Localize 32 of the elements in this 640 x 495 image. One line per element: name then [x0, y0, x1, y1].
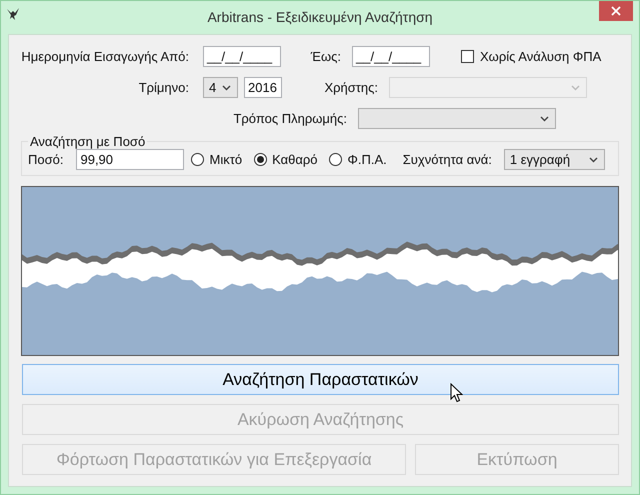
- radio-label: Καθαρό: [272, 152, 318, 167]
- caret-icon: [571, 84, 580, 90]
- caret-icon: [540, 116, 549, 122]
- field-label: Συχνότητα ανά:: [402, 152, 492, 167]
- group-title: Αναζήτηση με Ποσό: [29, 134, 146, 149]
- date-field[interactable]: __/__/____: [203, 46, 281, 67]
- field-label: Χρήστης:: [323, 80, 378, 95]
- date-field[interactable]: __/__/____: [352, 46, 430, 67]
- year-field[interactable]: 2016: [244, 77, 282, 98]
- window-title: Arbitrans - Εξειδικευμένη Αναζήτηση: [206, 8, 434, 24]
- radio-button[interactable]: [329, 153, 342, 166]
- field-label: Ημερομηνία Εισαγωγής Από:: [20, 49, 189, 64]
- radio-button[interactable]: [191, 153, 204, 166]
- field-label: Τρίμηνο:: [138, 80, 189, 95]
- close-icon: [611, 6, 621, 16]
- action-button[interactable]: Αναζήτηση Παραστατικών: [22, 364, 619, 395]
- cursor-icon: [450, 383, 463, 403]
- field-label: Ποσό:: [28, 152, 64, 167]
- field-label: Τρόπος Πληρωμής:: [232, 111, 347, 126]
- checkbox[interactable]: [461, 50, 474, 63]
- bird-icon: [6, 7, 20, 21]
- radio-button[interactable]: [254, 153, 268, 166]
- frequency-dropdown[interactable]: 1 εγγραφή: [504, 149, 605, 170]
- close-button[interactable]: [599, 1, 633, 21]
- caret-icon: [222, 84, 231, 90]
- checkbox-label: Χωρίς Ανάλυση ΦΠΑ: [480, 49, 602, 64]
- quarter-dropdown[interactable]: 4: [203, 77, 238, 98]
- field-label: Έως:: [310, 49, 341, 64]
- radio-label: Μικτό: [209, 152, 242, 167]
- radio-label: Φ.Π.Α.: [347, 152, 387, 167]
- amount-field[interactable]: 99,90: [76, 149, 184, 170]
- caret-icon: [588, 156, 598, 162]
